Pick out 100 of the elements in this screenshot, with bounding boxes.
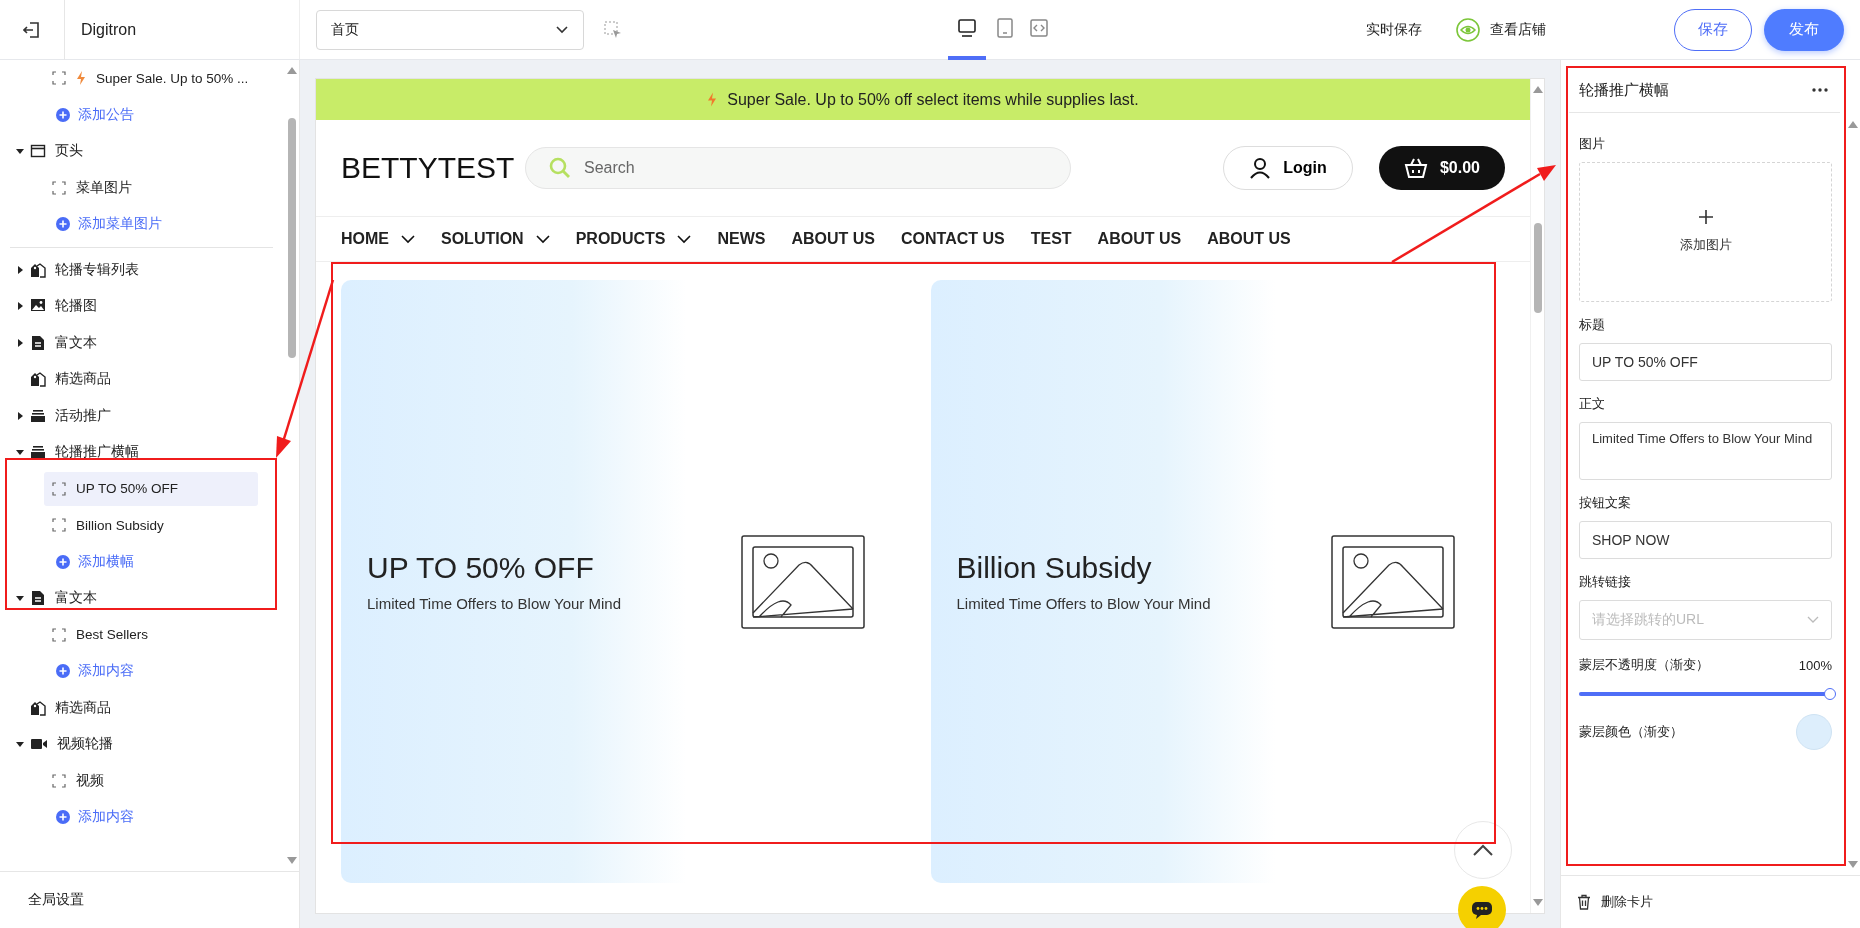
text-area[interactable]: Limited Time Offers to Blow Your Mind <box>1579 422 1832 480</box>
banner-text: Limited Time Offers to Blow Your Mind <box>956 595 1211 612</box>
add-link[interactable]: 添加内容 <box>56 808 134 827</box>
lightning-icon <box>707 92 718 107</box>
plus-circle-icon <box>56 107 70 122</box>
delete-card-button[interactable]: 删除卡片 <box>1577 893 1653 911</box>
caret-icon[interactable] <box>15 264 25 275</box>
tree-item[interactable]: 富文本 <box>30 327 103 358</box>
tree-item[interactable]: 视频 <box>44 763 258 798</box>
tree-item[interactable]: 富文本 <box>30 583 103 614</box>
nav-link[interactable]: NEWS <box>717 230 766 248</box>
scroll-up-icon[interactable] <box>1848 120 1858 128</box>
view-store-link[interactable]: 查看店铺 <box>1490 20 1546 39</box>
search-icon <box>549 157 571 179</box>
add-link[interactable]: 添加公告 <box>56 105 134 124</box>
announcement-text: Super Sale. Up to 50% off select items while supplies last. <box>727 90 1139 109</box>
monitor-icon <box>957 18 977 38</box>
field-label: 跳转链接 <box>1579 573 1632 591</box>
basket-icon <box>1403 157 1428 179</box>
window-icon <box>30 143 46 160</box>
image-placeholder-icon <box>741 534 865 629</box>
stack-icon <box>30 407 46 424</box>
nav-link[interactable]: ABOUT US <box>1097 230 1182 248</box>
nav-link[interactable]: HOME <box>341 230 415 248</box>
tree-item[interactable]: Super Sale. Up to 50% ... <box>44 61 258 96</box>
plus-icon <box>1698 210 1713 224</box>
banner-title: Billion Subsidy <box>956 551 1153 585</box>
text-field[interactable]: UP TO 50% OFF <box>1579 343 1832 381</box>
publish-button[interactable]: 发布 <box>1764 8 1844 51</box>
exit-icon[interactable] <box>23 20 41 39</box>
global-settings-link[interactable]: 全局设置 <box>0 871 299 928</box>
tags-icon <box>30 261 46 278</box>
more-icon[interactable] <box>1812 88 1828 92</box>
scroll-down-icon[interactable] <box>287 857 297 865</box>
nav-link[interactable]: ABOUT US <box>791 230 875 248</box>
nav-link[interactable]: CONTACT US <box>901 230 1005 248</box>
nav-link[interactable]: PRODUCTS <box>575 230 692 248</box>
chevron-down-icon <box>401 234 415 244</box>
tree-item[interactable]: 轮播推广横幅 <box>30 437 145 468</box>
tags-icon <box>30 699 46 716</box>
tree-item[interactable]: 轮播专辑列表 <box>30 254 145 285</box>
plus-circle-icon <box>56 810 70 825</box>
select-element-icon[interactable] <box>604 20 622 39</box>
tree-item[interactable]: 精选商品 <box>30 364 117 395</box>
page-select[interactable]: 首页 <box>316 9 584 50</box>
scrollbar-thumb[interactable] <box>288 118 296 358</box>
nav-link[interactable]: TEST <box>1030 230 1072 248</box>
color-swatch[interactable] <box>1796 714 1832 750</box>
opacity-slider[interactable] <box>1579 688 1836 700</box>
field-label: 蒙层颜色（渐变） <box>1579 723 1683 741</box>
tree-item[interactable]: 轮播图 <box>30 291 103 322</box>
scrollbar-thumb[interactable] <box>1534 223 1542 313</box>
tree-item[interactable]: UP TO 50% OFF <box>44 471 258 506</box>
caret-icon[interactable] <box>15 301 25 312</box>
store-logo[interactable]: BETTYTEST <box>341 151 525 185</box>
image-placeholder-icon <box>1330 534 1455 629</box>
scroll-up-icon[interactable] <box>1532 85 1543 93</box>
image-upload-area[interactable]: 添加图片 <box>1579 162 1832 302</box>
plus-circle-icon <box>56 664 70 679</box>
login-button[interactable]: Login <box>1223 146 1353 190</box>
scroll-down-icon[interactable] <box>1848 861 1858 869</box>
plus-circle-icon <box>56 217 70 232</box>
frame-icon <box>52 627 66 642</box>
add-link[interactable]: 添加内容 <box>56 662 134 681</box>
field-label: 按钮文案 <box>1579 494 1632 512</box>
scroll-up-icon[interactable] <box>287 66 297 74</box>
banner-title: UP TO 50% OFF <box>367 551 595 585</box>
scroll-down-icon[interactable] <box>1532 899 1543 907</box>
document-icon <box>30 334 46 351</box>
code-icon <box>1029 18 1049 38</box>
add-link[interactable]: 添加横幅 <box>56 552 134 571</box>
tree-item[interactable]: 页头 <box>30 136 89 167</box>
tree-item[interactable]: Best Sellers <box>44 617 258 652</box>
trash-icon <box>1577 894 1591 910</box>
tree-item[interactable]: 视频轮播 <box>30 729 119 760</box>
frame-icon <box>52 180 66 195</box>
search-field[interactable]: Search <box>525 147 1071 189</box>
banner-text: Limited Time Offers to Blow Your Mind <box>367 595 621 612</box>
field-label: 蒙层不透明度（渐变） <box>1579 656 1709 674</box>
frame-icon <box>52 518 66 533</box>
nav-link[interactable]: SOLUTION <box>441 230 550 248</box>
lightning-icon <box>76 71 86 86</box>
tree-item[interactable]: 活动推广 <box>30 400 117 431</box>
opacity-value: 100% <box>1798 657 1832 673</box>
caret-icon[interactable] <box>15 410 25 421</box>
text-field[interactable]: SHOP NOW <box>1579 521 1832 559</box>
nav-link[interactable]: ABOUT US <box>1207 230 1291 248</box>
add-link[interactable]: 添加菜单图片 <box>56 215 162 234</box>
field-label: 正文 <box>1579 395 1606 413</box>
field-label: 标题 <box>1579 316 1606 334</box>
cart-button[interactable]: $0.00 <box>1379 146 1505 190</box>
add-image-label: 添加图片 <box>1679 236 1732 254</box>
tree-item[interactable]: Billion Subsidy <box>44 508 258 543</box>
tree-item[interactable]: 精选商品 <box>30 692 117 723</box>
tree-item[interactable]: 菜单图片 <box>44 170 258 205</box>
caret-icon[interactable] <box>15 337 25 348</box>
user-icon <box>1249 157 1272 179</box>
save-button[interactable]: 保存 <box>1674 8 1752 51</box>
stack-icon <box>30 444 46 461</box>
plus-circle-icon <box>56 554 70 569</box>
